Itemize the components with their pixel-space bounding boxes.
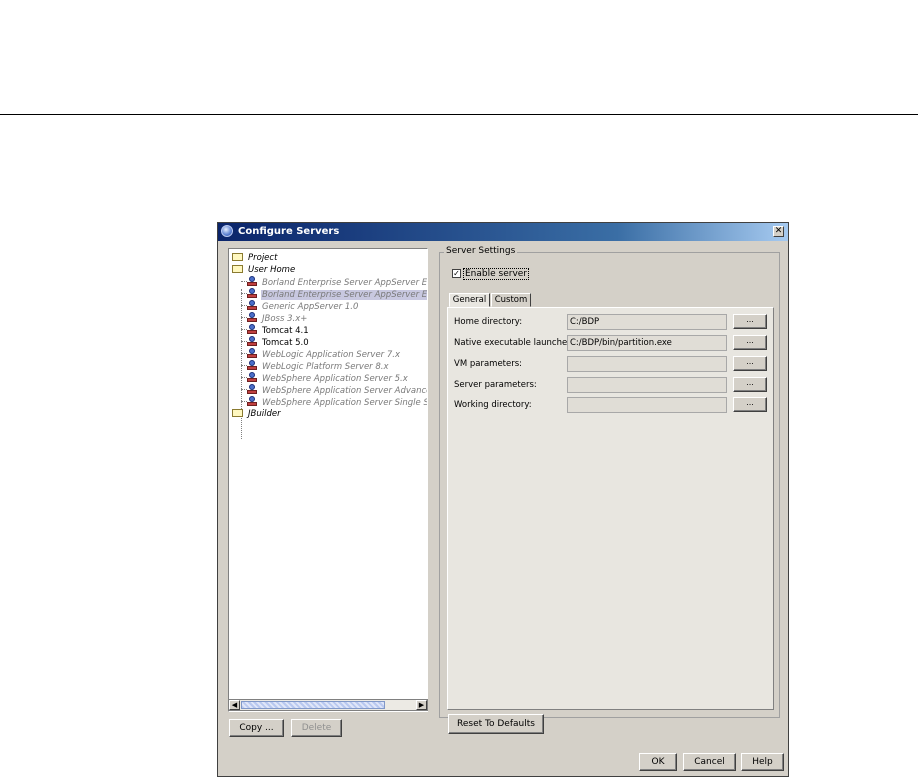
scroll-right-icon[interactable]: ▶ — [416, 700, 427, 710]
tree-item-server[interactable]: WebSphere Application Server 5.x — [241, 372, 409, 384]
server-icon — [247, 372, 257, 383]
tree-item-server[interactable]: Tomcat 5.0 — [241, 336, 310, 348]
tab-general[interactable]: General — [449, 293, 490, 307]
configure-servers-dialog: Configure Servers ✕ Project User Home Bo… — [217, 222, 789, 777]
server-icon — [247, 336, 257, 347]
page-divider — [0, 114, 918, 115]
tree-item-server[interactable]: WebLogic Platform Server 8.x — [241, 360, 390, 372]
home-directory-field[interactable]: C:/BDP — [567, 314, 727, 330]
reset-to-defaults-button[interactable]: Reset To Defaults — [448, 714, 544, 734]
tree-item-server[interactable]: Borland Enterprise Server AppServer Edit… — [241, 276, 427, 288]
server-icon — [247, 300, 257, 311]
server-settings-label: Server Settings — [444, 246, 518, 256]
vm-parameters-field[interactable] — [567, 356, 727, 372]
folder-icon — [232, 253, 243, 261]
vm-parameters-browse-button[interactable]: ... — [733, 356, 767, 371]
vm-parameters-label: VM parameters: — [454, 359, 523, 369]
folder-icon — [232, 265, 243, 273]
tree-item-server[interactable]: WebSphere Application Server Single Serv… — [241, 396, 427, 408]
close-button[interactable]: ✕ — [773, 226, 784, 237]
server-parameters-field[interactable] — [567, 377, 727, 393]
scroll-left-icon[interactable]: ◀ — [229, 700, 240, 710]
ok-button[interactable]: OK — [639, 753, 677, 771]
server-icon — [247, 396, 257, 407]
enable-server-checkbox[interactable]: ✓ — [452, 269, 461, 278]
folder-icon — [232, 409, 243, 417]
dialog-titlebar: Configure Servers ✕ — [218, 223, 788, 241]
tree-item-server[interactable]: JBoss 3.x+ — [241, 312, 308, 324]
home-directory-browse-button[interactable]: ... — [733, 314, 767, 329]
tab-custom[interactable]: Custom — [491, 293, 531, 307]
server-icon — [247, 288, 257, 299]
working-directory-browse-button[interactable]: ... — [733, 397, 767, 412]
tree-item-server[interactable]: Generic AppServer 1.0 — [241, 300, 359, 312]
enable-server-label: Enable server — [463, 268, 530, 280]
help-button[interactable]: Help — [741, 753, 784, 771]
tree-item-server[interactable]: WebSphere Application Server Advanced Ed… — [241, 384, 427, 396]
tree-horizontal-scrollbar[interactable]: ◀ ▶ — [228, 699, 428, 711]
scrollbar-thumb[interactable] — [241, 701, 385, 709]
home-directory-label: Home directory: — [454, 317, 523, 327]
server-icon — [247, 312, 257, 323]
working-directory-field[interactable] — [567, 397, 727, 413]
cancel-button[interactable]: Cancel — [683, 753, 736, 771]
server-icon — [247, 348, 257, 359]
tree-item-server-selected[interactable]: Borland Enterprise Server AppServer Edit… — [241, 288, 427, 300]
app-icon — [221, 225, 233, 237]
copy-button[interactable]: Copy ... — [229, 719, 284, 737]
server-parameters-browse-button[interactable]: ... — [733, 377, 767, 392]
delete-button[interactable]: Delete — [291, 719, 342, 737]
tree-item-user-home[interactable]: User Home — [232, 264, 296, 276]
working-directory-label: Working directory: — [454, 400, 532, 410]
server-icon — [247, 324, 257, 335]
native-launcher-label: Native executable launcher: — [454, 338, 574, 348]
tree-item-server[interactable]: WebLogic Application Server 7.x — [241, 348, 401, 360]
dialog-title: Configure Servers — [238, 226, 340, 237]
server-tree[interactable]: Project User Home Borland Enterprise Ser… — [228, 248, 428, 712]
tree-item-server[interactable]: Tomcat 4.1 — [241, 324, 310, 336]
native-launcher-browse-button[interactable]: ... — [733, 335, 767, 350]
server-icon — [247, 384, 257, 395]
server-parameters-label: Server parameters: — [454, 380, 537, 390]
tree-item-project[interactable]: Project — [232, 252, 278, 264]
tree-item-jbuilder[interactable]: JBuilder — [232, 408, 282, 420]
server-icon — [247, 276, 257, 287]
native-launcher-field[interactable]: C:/BDP/bin/partition.exe — [567, 335, 727, 351]
server-icon — [247, 360, 257, 371]
